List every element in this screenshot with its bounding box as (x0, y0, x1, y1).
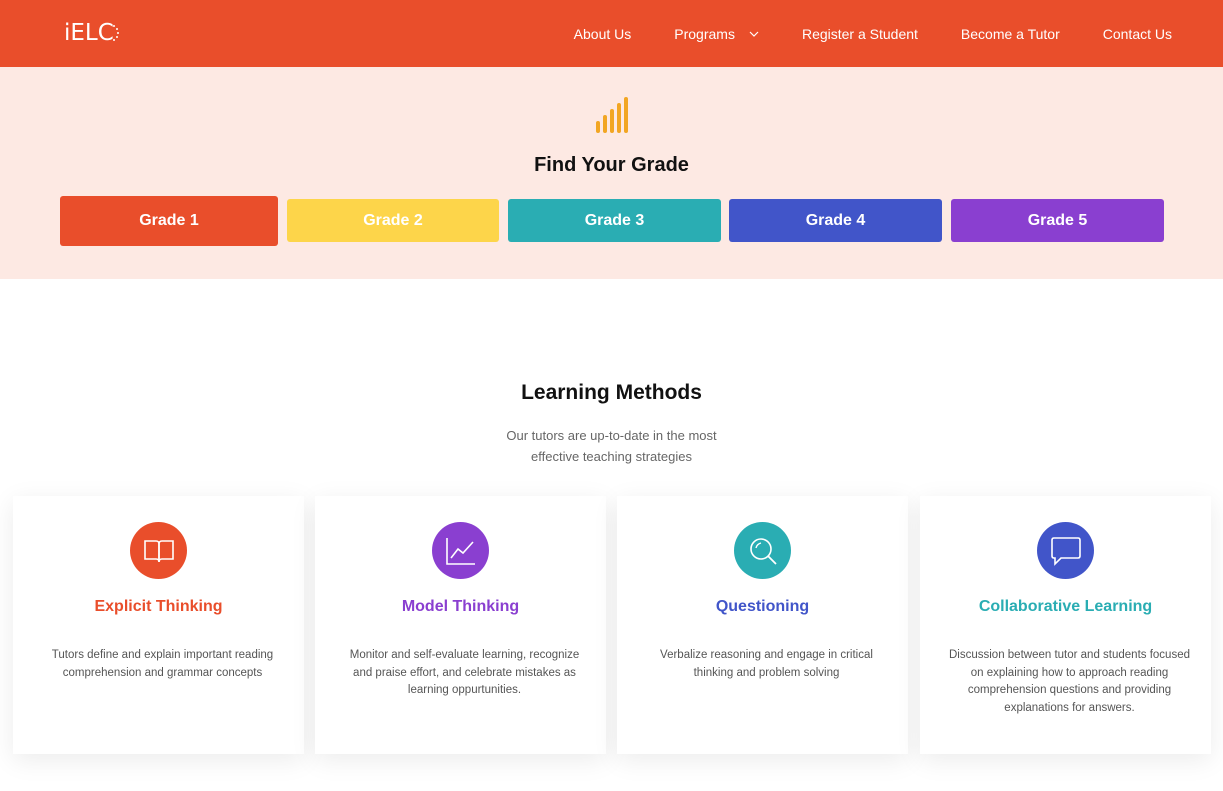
magnifier-icon (734, 522, 791, 579)
nav-register-student[interactable]: Register a Student (802, 26, 918, 42)
method-card-collaborative-learning: Collaborative Learning Discussion betwee… (920, 496, 1211, 754)
nav-register-student-label: Register a Student (801, 25, 918, 42)
grade-2-label: Grade 2 (363, 211, 423, 229)
grade-3-label: Grade 3 (584, 211, 645, 229)
grade-1-button[interactable]: Grade 1 (60, 196, 278, 246)
nav-become-tutor[interactable]: Become a Tutor (961, 26, 1060, 42)
grade-1-label: Grade 1 (139, 212, 199, 229)
learning-methods-subtitle: Our tutors are up-to-date in the most ef… (506, 428, 717, 464)
logo-sun-icon (112, 25, 119, 41)
grade-2-button[interactable]: Grade 2 (287, 199, 499, 242)
method-card-questioning: Questioning Verbalize reasoning and enga… (617, 496, 908, 754)
method-title: Model Thinking (401, 598, 520, 615)
method-description: Verbalize reasoning and engage in critic… (660, 649, 873, 679)
find-grade-title: Find Your Grade (534, 154, 689, 176)
grade-3-button[interactable]: Grade 3 (508, 199, 721, 242)
nav-about-us-label: About Us (573, 25, 632, 42)
grade-5-button[interactable]: Grade 5 (951, 199, 1164, 242)
nav-programs-label: Programs (674, 25, 735, 42)
nav-become-tutor-label: Become a Tutor (960, 25, 1060, 42)
site-header: iELC About Us Programs Register a Studen… (0, 0, 1223, 67)
method-card-model-thinking: Model Thinking Monitor and self-evaluate… (315, 496, 606, 754)
grade-4-label: Grade 4 (805, 211, 866, 229)
learning-methods-title: Learning Methods (521, 381, 702, 404)
chevron-down-icon (749, 31, 759, 37)
signal-bars-icon (596, 97, 628, 133)
nav-contact-us-label: Contact Us (1102, 25, 1172, 42)
line-chart-icon (432, 522, 489, 579)
nav-programs[interactable]: Programs (674, 26, 759, 42)
open-book-icon (130, 522, 187, 579)
chat-bubble-icon (1037, 522, 1094, 579)
method-description: Discussion between tutor and students fo… (948, 649, 1190, 714)
grade-5-label: Grade 5 (1027, 211, 1088, 229)
method-title: Questioning (715, 598, 810, 615)
site-logo[interactable]: iELC (64, 18, 120, 48)
method-card-explicit-thinking: Explicit Thinking Tutors define and expl… (13, 496, 304, 754)
main-nav: About Us Programs Register a Student Bec… (574, 0, 1172, 67)
nav-contact-us[interactable]: Contact Us (1103, 26, 1172, 42)
find-grade-section: Find Your Grade Grade 1 Grade 2 Grade 3 … (0, 67, 1223, 279)
grade-4-button[interactable]: Grade 4 (729, 199, 942, 242)
method-title: Collaborative Learning (978, 598, 1153, 615)
nav-about-us[interactable]: About Us (574, 26, 632, 42)
logo-text: iELC (64, 20, 114, 46)
method-description: Monitor and self-evaluate learning, reco… (349, 649, 580, 696)
method-description: Tutors define and explain important read… (51, 649, 274, 679)
method-title: Explicit Thinking (94, 598, 223, 615)
